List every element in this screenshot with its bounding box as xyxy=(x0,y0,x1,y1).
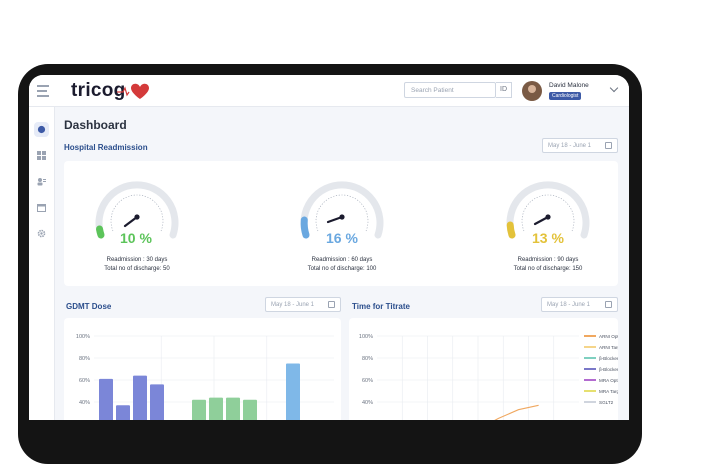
gauge-60-discharge: Total no of discharge: 100 xyxy=(307,266,377,272)
sidebar xyxy=(29,107,55,420)
gdmt-ytick-label: 60% xyxy=(79,378,90,384)
titrate-date-range[interactable]: May 18 - June 1 xyxy=(541,297,618,312)
chat-icon[interactable] xyxy=(34,122,49,137)
gdmt-bar xyxy=(133,375,147,420)
gdmt-ytick-label: 100% xyxy=(76,334,90,340)
gdmt-ytick-label: 80% xyxy=(79,356,90,362)
titrate-ytick-label: 40% xyxy=(362,400,373,406)
grid-icon[interactable] xyxy=(34,148,49,163)
readmission-date-range[interactable]: May 18 - June 1 xyxy=(542,138,618,153)
gauge-90-days: Readmission : 90 days xyxy=(517,257,579,263)
gauge-60-percent: 16 % xyxy=(326,230,358,246)
user-name: David Malone xyxy=(549,82,589,89)
top-bar: tricog Search Patient ID David Malone Ca… xyxy=(29,75,629,107)
patients-icon[interactable] xyxy=(34,174,49,189)
calendar-icon xyxy=(328,301,335,308)
titrate-legend-label: MRA Optimal xyxy=(599,378,618,383)
gdmt-date-range[interactable]: May 18 - June 1 xyxy=(265,297,341,312)
readmission-gauge-90 xyxy=(506,181,590,239)
gauge-90-percent: 13 % xyxy=(532,230,564,246)
gdmt-bar xyxy=(150,384,164,420)
gdmt-bar xyxy=(243,399,257,420)
patient-search-input[interactable]: Search Patient xyxy=(404,82,496,98)
user-role-badge: Cardiologist xyxy=(549,92,582,100)
titrate-legend-label: β-Blocker Target xyxy=(599,367,618,372)
page-title: Dashboard xyxy=(64,118,127,132)
menu-toggle-icon[interactable] xyxy=(37,85,53,97)
settings-icon[interactable] xyxy=(34,226,49,241)
titrate-legend-label: β-Blocker Optimal xyxy=(599,356,618,361)
user-avatar[interactable] xyxy=(522,81,542,101)
titrate-legend-label: ARNI Optimal xyxy=(599,334,618,339)
gauge-30-days: Readmission : 30 days xyxy=(106,257,168,263)
gdmt-bar xyxy=(209,397,223,420)
app-screen: tricog Search Patient ID David Malone Ca… xyxy=(29,75,629,420)
readmission-gauge-30 xyxy=(95,181,179,239)
titrate-ytick-label: 60% xyxy=(362,378,373,384)
titrate-time-chart: 100%80%60%40%20%ARNI OptimalARNI Targetβ… xyxy=(359,334,618,420)
heart-logo-icon xyxy=(117,83,149,99)
date-range-text: May 18 - June 1 xyxy=(548,143,592,149)
date-range-text: May 18 - June 1 xyxy=(271,302,315,308)
gdmt-title: GDMT Dose xyxy=(66,302,112,311)
gdmt-bar xyxy=(286,363,300,420)
chevron-down-icon[interactable] xyxy=(609,83,619,93)
calendar-icon xyxy=(605,301,612,308)
titrate-ytick-label: 80% xyxy=(362,356,373,362)
titrate-series-line xyxy=(494,404,539,420)
gdmt-ytick-label: 40% xyxy=(79,400,90,406)
gdmt-bar xyxy=(99,378,113,420)
gauge-30-percent: 10 % xyxy=(120,230,152,246)
gauge-30-discharge: Total no of discharge: 50 xyxy=(104,266,170,272)
gdmt-bar xyxy=(116,405,130,420)
search-type-toggle[interactable]: ID xyxy=(496,82,512,98)
titrate-legend-label: MRA Target xyxy=(599,389,618,394)
titrate-ytick-label: 100% xyxy=(359,334,373,340)
titrate-legend-label: ARNI Target xyxy=(599,345,618,350)
gdmt-dose-chart: 100%80%60%40%20% xyxy=(76,334,334,420)
gauge-60-days: Readmission : 60 days xyxy=(311,257,373,263)
gdmt-bar xyxy=(192,399,206,420)
titrate-title: Time for Titrate xyxy=(352,302,410,311)
calendar-icon[interactable] xyxy=(34,200,49,215)
readmission-title: Hospital Readmission xyxy=(64,143,148,152)
date-range-text: May 18 - June 1 xyxy=(547,302,591,308)
titrate-legend-label: SGLT2 xyxy=(599,400,614,405)
gauge-90-discharge: Total no of discharge: 150 xyxy=(513,266,583,272)
readmission-gauge-60 xyxy=(300,181,384,239)
gdmt-bar xyxy=(226,397,240,420)
calendar-icon xyxy=(605,142,612,149)
